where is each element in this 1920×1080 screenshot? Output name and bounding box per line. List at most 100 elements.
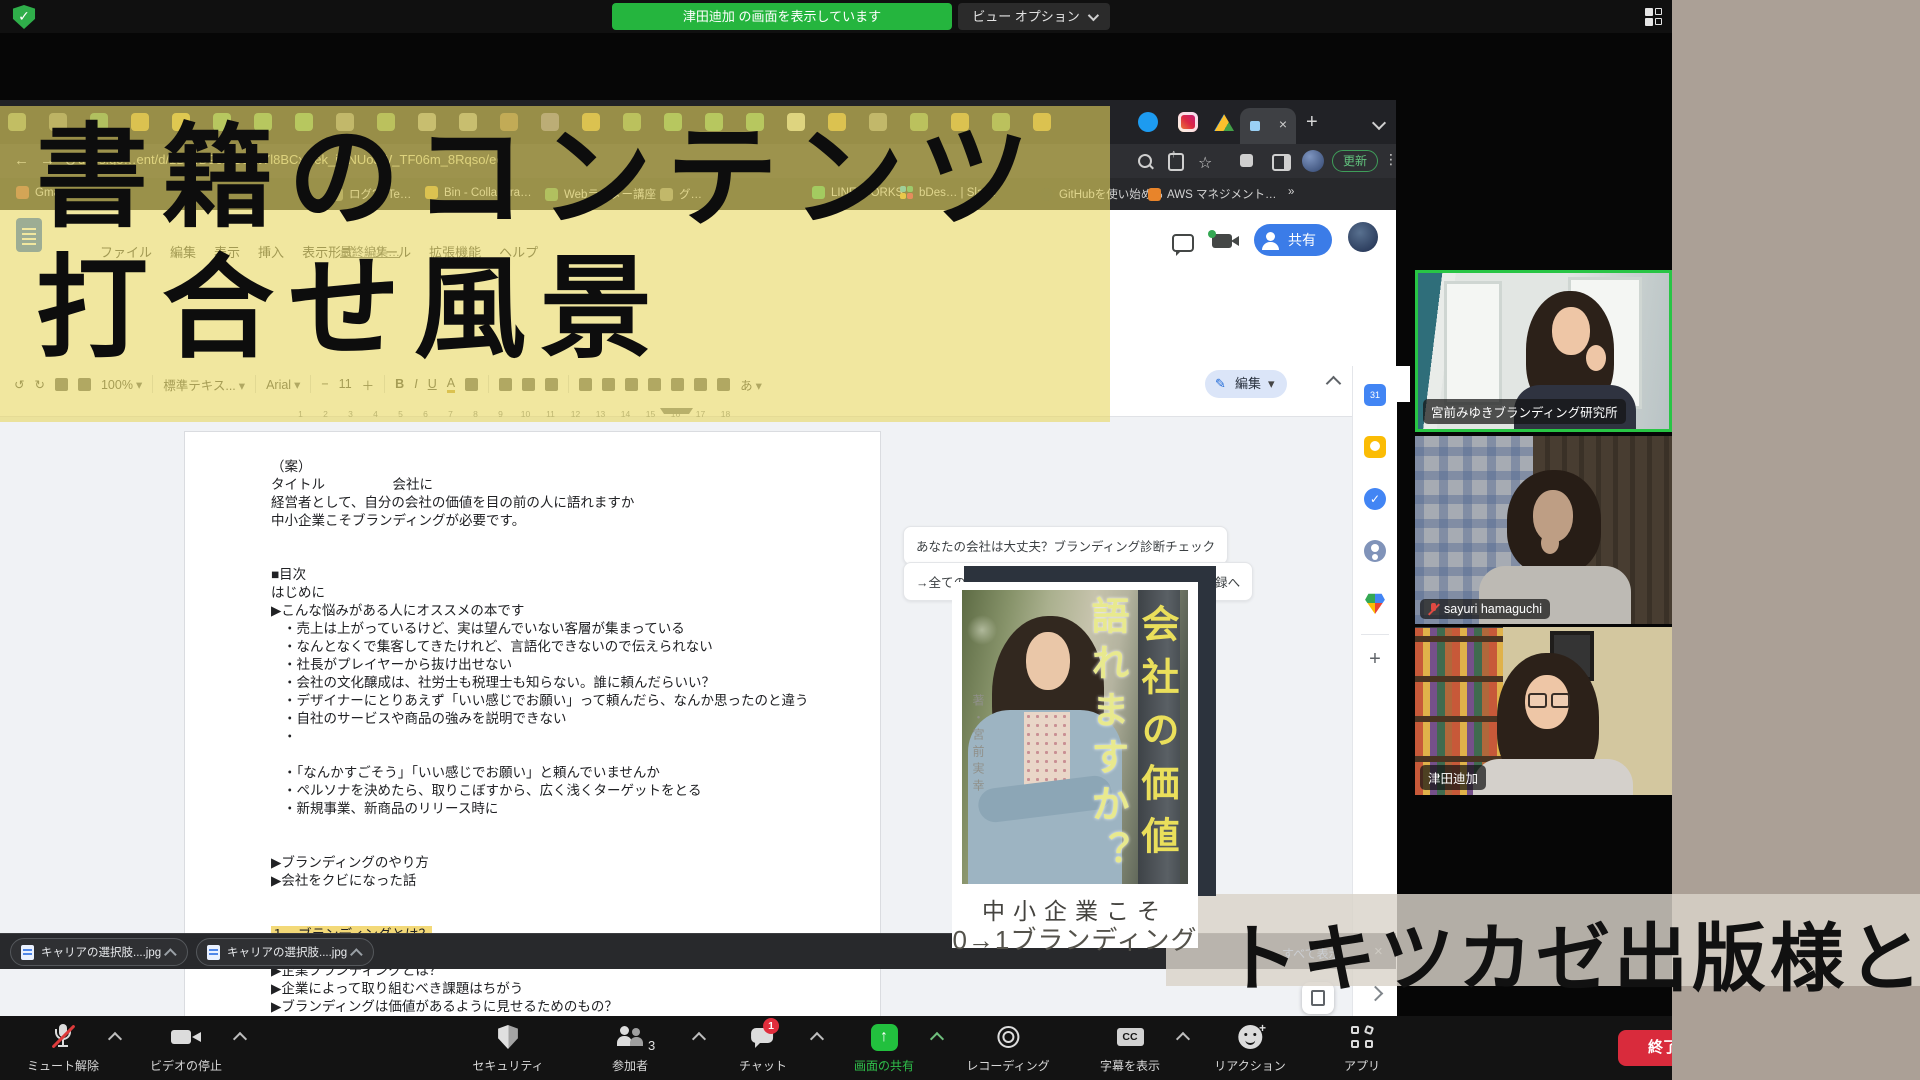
captions-caret[interactable]	[1176, 1032, 1190, 1046]
stop-video-button[interactable]: ビデオの停止	[150, 1024, 222, 1074]
aws-icon	[1148, 188, 1161, 201]
doc-line: ▶企業によって取り組むべき課題はちがう	[271, 980, 862, 998]
chat-button[interactable]: 1 チャット	[739, 1024, 787, 1074]
doc-line: ・社長がプレイヤーから抜け出せない	[271, 656, 862, 674]
meet-camera-icon[interactable]	[1212, 234, 1232, 248]
download-chip[interactable]: キャリアの選択肢....jpg	[196, 938, 374, 966]
tasks-icon[interactable]: ✓	[1364, 488, 1386, 510]
share-screen-icon: ↑	[870, 1024, 897, 1051]
doc-line: はじめに	[271, 584, 862, 602]
doc-line	[271, 908, 862, 926]
doc-line: ・「なんかすごそう」「いい感じでお願い」と頼んでいませんか	[271, 764, 862, 782]
browser-profile-avatar[interactable]	[1302, 150, 1324, 172]
zoom-top-bar: ✓ 津田迪加 の画面を表示しています ビュー オプション	[0, 0, 1920, 33]
doc-line: （案）	[271, 458, 862, 476]
doc-line: 経営者として、自分の会社の価値を目の前の人に語れますか	[271, 494, 862, 512]
share-page-icon[interactable]	[1168, 153, 1184, 171]
calendar-icon[interactable]: 31	[1364, 384, 1386, 406]
view-options-dropdown[interactable]: ビュー オプション	[958, 3, 1110, 30]
instagram-tab-icon[interactable]	[1178, 112, 1198, 132]
keep-icon[interactable]	[1364, 436, 1386, 458]
editing-mode-select[interactable]: 編集	[1205, 370, 1287, 398]
add-addon-icon[interactable]: +	[1364, 648, 1386, 670]
captions-button[interactable]: CC 字幕を表示	[1100, 1024, 1160, 1074]
caption-band: トキツカゼ出版様と	[1166, 894, 1920, 986]
drive-tab-icon[interactable]	[1214, 114, 1234, 131]
comment-card[interactable]: あなたの会社は大丈夫？ブランディング診断チェック	[903, 526, 1228, 565]
doc-line: ■目次	[271, 566, 862, 584]
book-cover: 語れますか？ 会社の価値 著・宮前実幸 中小企業こそ 0→1ブランディング	[952, 566, 1232, 958]
doc-line	[271, 530, 862, 548]
active-tab[interactable]: ×	[1240, 108, 1296, 144]
participant-video-tsuda[interactable]: 津田迪加	[1415, 627, 1672, 795]
tab-search-chevron-icon[interactable]	[1372, 116, 1386, 130]
participant-name-badge: 宮前みゆきブランディング研究所	[1423, 399, 1626, 424]
overlay-title: 書籍のコンテンツ 打合せ風景	[36, 112, 1044, 374]
participants-button[interactable]: 参加者	[612, 1024, 648, 1074]
overlay-caption: トキツカゼ出版様と	[1224, 899, 1920, 1006]
close-tab-icon[interactable]: ×	[1279, 116, 1287, 132]
camera-icon	[171, 1028, 201, 1046]
zoom-control-toolbar: ミュート解除 ビデオの停止 セキュリティ 参加者 3 1 チャット ↑ 画面の共…	[0, 1016, 1920, 1080]
browser-menu-icon[interactable]: ⋮	[1384, 151, 1398, 168]
participant-video-sayuri[interactable]: sayuri hamaguchi	[1415, 436, 1672, 624]
docs-share-button[interactable]: 共有	[1254, 224, 1332, 256]
download-chip[interactable]: キャリアの選択肢....jpg	[10, 938, 188, 966]
meeting-security-shield-icon[interactable]: ✓	[12, 5, 36, 29]
gallery-view-icon[interactable]	[1645, 8, 1663, 26]
doc-line: ▶ブランディングのやり方	[271, 854, 862, 872]
doc-line	[271, 818, 862, 836]
file-icon	[21, 945, 34, 960]
zoom-page-icon[interactable]	[1138, 154, 1152, 168]
title-overlay: 書籍のコンテンツ 打合せ風景	[0, 106, 1110, 422]
update-chrome-button[interactable]: 更新	[1332, 150, 1378, 172]
chat-caret[interactable]	[810, 1032, 824, 1046]
record-icon	[997, 1026, 1019, 1048]
bookmark-star-icon[interactable]: ☆	[1198, 153, 1212, 173]
doc-line: ・自社のサービスや商品の強みを説明できない	[271, 710, 862, 728]
screen-sharing-banner: 津田迪加 の画面を表示しています	[612, 3, 952, 30]
participants-icon	[617, 1025, 643, 1049]
contacts-icon[interactable]	[1364, 540, 1386, 562]
doc-line: ・	[271, 728, 862, 746]
apps-button[interactable]: アプリ	[1344, 1024, 1380, 1074]
download-chevron-icon[interactable]	[164, 948, 177, 961]
doc-line: ・会社の文化醸成は、社労士も税理士も知らない。誰に頼んだらいい？	[271, 674, 862, 692]
reactions-button[interactable]: + リアクション	[1214, 1024, 1285, 1074]
book-vertical-title-right: 会社の価値	[1129, 604, 1184, 869]
participants-caret[interactable]	[692, 1032, 706, 1046]
mic-muted-icon	[1428, 603, 1439, 616]
download-chevron-icon[interactable]	[350, 948, 363, 961]
doc-line: ・なんとなくで集客してきたけれど、言語化できないので伝えられない	[271, 638, 862, 656]
share-screen-button[interactable]: ↑ 画面の共有	[854, 1024, 914, 1074]
doc-line	[271, 836, 862, 854]
book-author: 著・宮前実幸	[970, 694, 987, 796]
participant-video-panel: 宮前みゆきブランディング研究所 sayuri hamaguchi 津田迪加	[1415, 270, 1672, 796]
video-options-caret[interactable]	[233, 1032, 247, 1046]
zoom-meeting-window: × + ← → ↻ docs.go…ent/d/1D…D96RG8AtYl8BC…	[0, 0, 1920, 1080]
doc-line: ▶ブランディングは価値があるように見せるためのもの？	[271, 998, 862, 1016]
security-button[interactable]: セキュリティ	[472, 1024, 543, 1074]
share-options-caret[interactable]	[930, 1032, 944, 1046]
maps-icon[interactable]	[1364, 592, 1386, 614]
comment-history-icon[interactable]	[1172, 234, 1194, 252]
chat-icon: 1	[751, 1026, 775, 1048]
side-panel-icon[interactable]	[1272, 154, 1291, 171]
apps-icon	[1351, 1026, 1373, 1048]
bookmarks-overflow-chevron[interactable]: »	[1288, 186, 1294, 198]
participant-video-miyamae[interactable]: 宮前みゆきブランディング研究所	[1415, 270, 1672, 432]
docs-account-avatar[interactable]	[1348, 222, 1378, 252]
twitter-tab-icon[interactable]	[1138, 112, 1158, 132]
bookmark-item-aws[interactable]: AWS マネジメント…	[1148, 186, 1276, 202]
extensions-icon[interactable]	[1240, 154, 1253, 167]
captions-icon: CC	[1116, 1028, 1143, 1046]
doc-line: ・ペルソナを決めたら、取りこぼすから、広く浅くターゲットをとる	[271, 782, 862, 800]
tab-favicon	[1250, 121, 1260, 131]
doc-line	[271, 746, 862, 764]
audio-options-caret[interactable]	[108, 1032, 122, 1046]
new-tab-button[interactable]: +	[1306, 113, 1318, 131]
unmute-button[interactable]: ミュート解除	[27, 1024, 99, 1074]
mic-muted-icon	[51, 1024, 75, 1050]
record-button[interactable]: レコーディング	[966, 1024, 1049, 1074]
doc-line: ▶こんな悩みがある人にオススメの本です	[271, 602, 862, 620]
